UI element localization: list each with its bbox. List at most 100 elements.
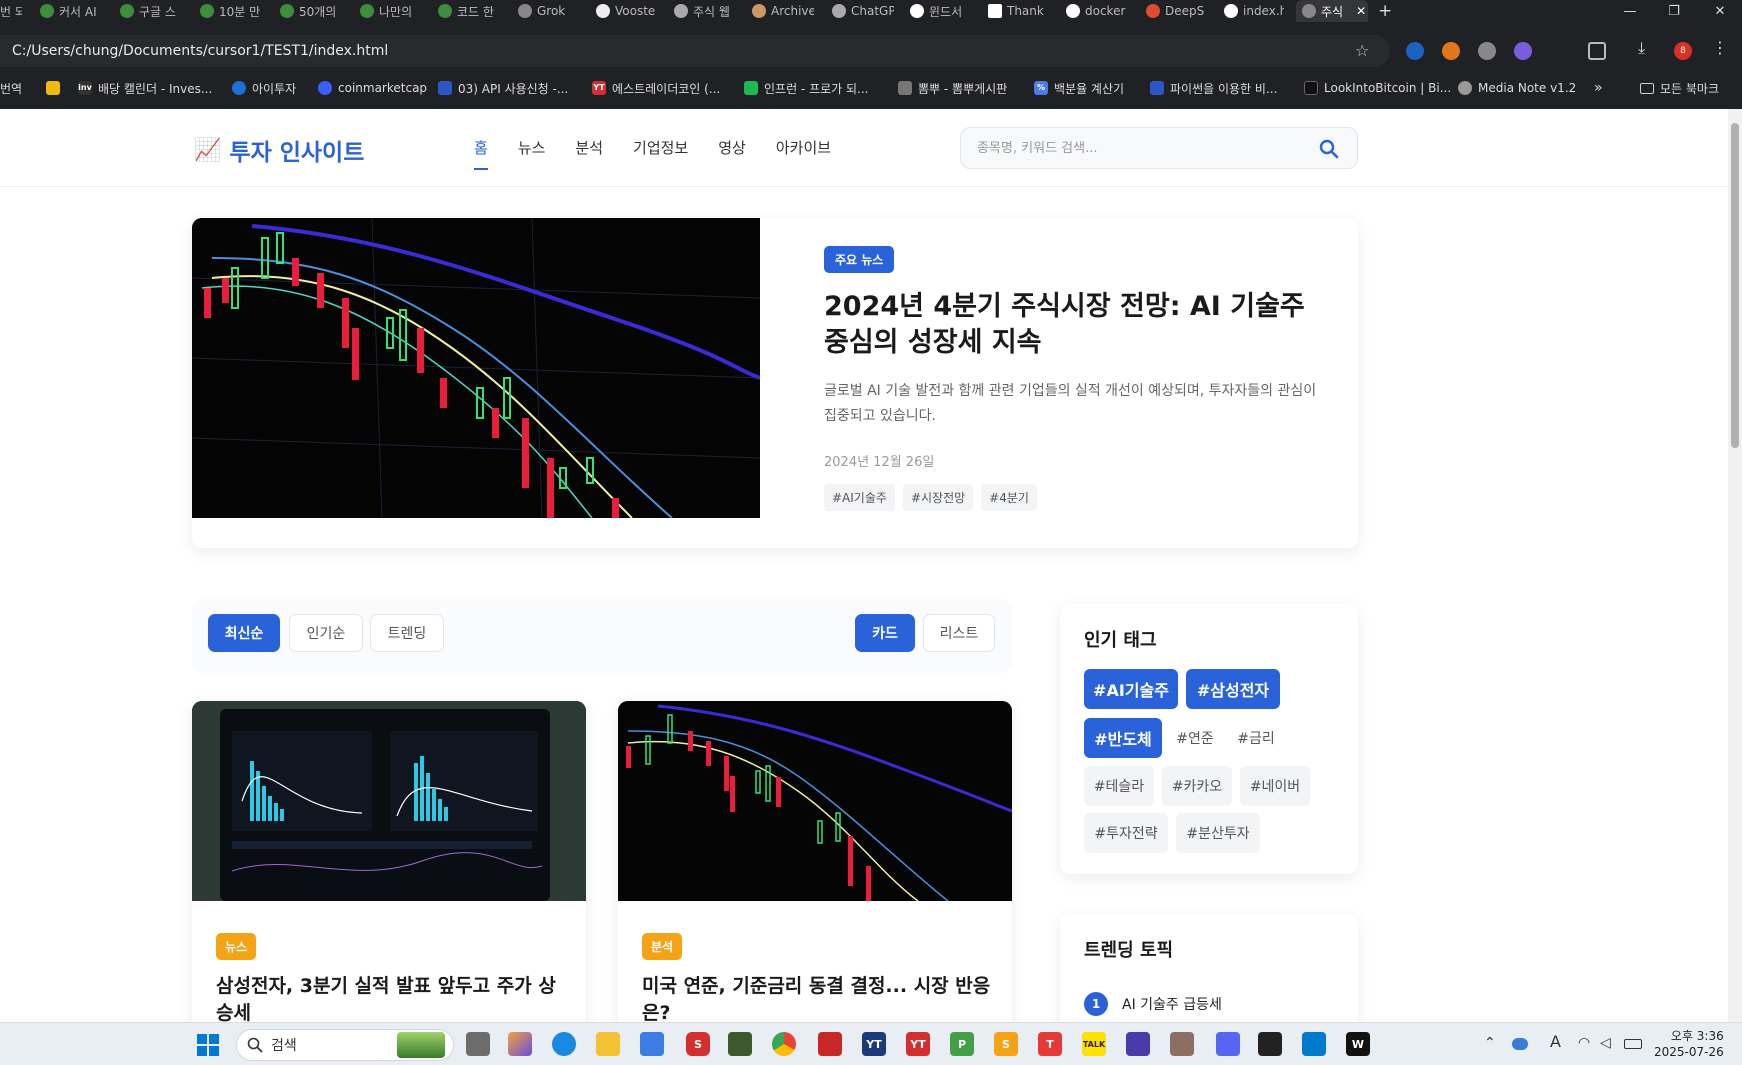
tag[interactable]: #AI기술주	[824, 484, 895, 511]
app-icon[interactable]	[1258, 1032, 1282, 1056]
nav-archive[interactable]: 아카이브	[776, 137, 831, 170]
article-title[interactable]: 미국 연준, 기준금리 동결 결정... 시장 반응은?	[642, 973, 992, 1022]
chrome-icon[interactable]	[772, 1032, 796, 1056]
sort-popular-button[interactable]: 인기순	[289, 614, 363, 652]
bookmark[interactable]: inv 배당 캘린더 - Inves...	[78, 77, 212, 99]
tab[interactable]: DeepS	[1146, 0, 1206, 22]
copilot-icon[interactable]	[508, 1032, 532, 1056]
trending-item[interactable]: 1 AI 기술주 급등세	[1084, 992, 1222, 1016]
tab[interactable]: docker	[1066, 0, 1126, 22]
app-icon[interactable]: YT	[862, 1032, 886, 1056]
file-explorer-icon[interactable]	[596, 1032, 620, 1056]
tab[interactable]: 구글 스	[120, 0, 180, 22]
article-card[interactable]: 분석 미국 연준, 기준금리 동결 결정... 시장 반응은?	[618, 701, 1012, 1022]
system-clock[interactable]: 오후 3:36 2025-07-26	[1654, 1028, 1724, 1060]
extension-icon[interactable]	[1406, 42, 1424, 60]
tab[interactable]: 윈드서	[910, 0, 970, 22]
bookmark[interactable]: 뽐뿌 - 뽐뿌게시판	[898, 77, 1007, 99]
app-icon[interactable]: S	[994, 1032, 1018, 1056]
profile-avatar[interactable]: 8	[1674, 42, 1692, 60]
article-title[interactable]: 삼성전자, 3분기 실적 발표 앞두고 주가 상승세	[216, 973, 566, 1022]
search-icon[interactable]	[1319, 139, 1339, 159]
address-bar[interactable]: C:/Users/chung/Documents/cursor1/TEST1/i…	[0, 35, 1390, 67]
bookmark[interactable]: % 백분율 계산기	[1034, 77, 1124, 99]
app-icon[interactable]: T	[1038, 1032, 1062, 1056]
app-icon[interactable]	[1170, 1032, 1194, 1056]
all-bookmarks[interactable]: 모든 북마크	[1640, 77, 1719, 99]
nav-news[interactable]: 뉴스	[518, 137, 546, 170]
nav-home[interactable]: 홈	[474, 137, 488, 170]
popular-tag[interactable]: #투자전략	[1084, 813, 1168, 853]
tab[interactable]: Grok	[518, 0, 578, 22]
popular-tag[interactable]: #반도체	[1084, 718, 1162, 758]
app-icon[interactable]: P	[950, 1032, 974, 1056]
tab[interactable]: Vooste	[596, 0, 656, 22]
taskbar-search[interactable]: 검색	[236, 1029, 454, 1061]
popular-tag[interactable]: #삼성전자	[1186, 669, 1280, 709]
tab[interactable]: ChatGP	[832, 0, 894, 22]
app-icon[interactable]	[728, 1032, 752, 1056]
tab[interactable]: 코드 한	[438, 0, 498, 22]
featured-title[interactable]: 2024년 4분기 주식시장 전망: AI 기술주 중심의 성장세 지속	[824, 289, 1329, 361]
bookmark[interactable]: YT 에스트레이더코인 (...	[592, 77, 720, 99]
battery-icon[interactable]	[1624, 1039, 1642, 1049]
sort-latest-button[interactable]: 최신순	[208, 614, 280, 652]
ime-indicator[interactable]: A	[1550, 1032, 1561, 1051]
popular-tag[interactable]: #금리	[1230, 718, 1282, 758]
volume-icon[interactable]: ◁	[1600, 1035, 1611, 1051]
sort-trending-button[interactable]: 트렌딩	[370, 614, 444, 652]
nav-analysis[interactable]: 분석	[575, 137, 603, 170]
app-icon[interactable]	[1126, 1032, 1150, 1056]
menu-kebab-icon[interactable]: ⋮	[1712, 38, 1730, 57]
restore-icon[interactable]: ❐	[1652, 0, 1696, 22]
tag[interactable]: #시장전망	[902, 484, 974, 511]
featured-article[interactable]: 주요 뉴스 2024년 4분기 주식시장 전망: AI 기술주 중심의 성장세 …	[192, 218, 1358, 548]
nav-company-info[interactable]: 기업정보	[633, 137, 688, 170]
store-icon[interactable]	[640, 1032, 664, 1056]
scrollbar-thumb[interactable]	[1731, 123, 1739, 448]
close-tab-icon[interactable]: ✕	[1356, 4, 1366, 18]
tab[interactable]: 50개의	[280, 0, 340, 22]
tab[interactable]: index.h	[1224, 0, 1284, 22]
article-card[interactable]: 뉴스 삼성전자, 3분기 실적 발표 앞두고 주가 상승세	[192, 701, 586, 1022]
chevron-up-icon[interactable]: ⌃	[1484, 1035, 1496, 1051]
search-input[interactable]	[977, 140, 1307, 156]
site-logo[interactable]: 📈 투자 인사이트	[194, 133, 364, 167]
bookmark[interactable]	[46, 77, 60, 99]
vscode-icon[interactable]	[1302, 1032, 1326, 1056]
tab[interactable]: 커서 AI	[40, 0, 100, 22]
popular-tag[interactable]: #AI기술주	[1084, 669, 1178, 709]
app-icon[interactable]	[818, 1032, 842, 1056]
tag[interactable]: #4분기	[981, 484, 1037, 511]
popular-tag[interactable]: #연준	[1168, 718, 1222, 758]
bookmark[interactable]: Media Note v1.2	[1458, 77, 1576, 99]
metamask-icon[interactable]	[1442, 42, 1460, 60]
windows-start-icon[interactable]	[197, 1034, 219, 1056]
download-icon[interactable]: ⤓	[1638, 38, 1656, 57]
tab[interactable]: 번 되	[0, 0, 22, 22]
minimize-icon[interactable]: —	[1608, 0, 1652, 22]
page-scrollbar[interactable]	[1728, 109, 1742, 1022]
bookmark[interactable]: LookIntoBitcoin | Bi...	[1304, 77, 1451, 99]
close-window-icon[interactable]: ✕	[1698, 0, 1742, 22]
bookmark[interactable]: 인프런 - 프로가 되...	[744, 77, 869, 99]
tab[interactable]: Thank	[988, 0, 1048, 22]
view-card-button[interactable]: 카드	[855, 614, 915, 652]
extensions-puzzle-icon[interactable]	[1588, 42, 1606, 60]
app-icon[interactable]: YT	[906, 1032, 930, 1056]
camera-icon[interactable]	[1478, 42, 1496, 60]
nav-video[interactable]: 영상	[718, 137, 746, 170]
discord-icon[interactable]	[1216, 1032, 1240, 1056]
new-tab-button[interactable]: +	[1378, 0, 1398, 22]
bookmark[interactable]: 03) API 사용신청 -...	[438, 77, 568, 99]
tab[interactable]: 나만의	[360, 0, 420, 22]
bookmark[interactable]: coinmarketcap	[318, 77, 427, 99]
tab[interactable]: 10분 만	[200, 0, 260, 22]
task-view-icon[interactable]	[466, 1032, 490, 1056]
bookmark-star-icon[interactable]: ☆	[1355, 41, 1369, 60]
wifi-icon[interactable]: ◠	[1578, 1035, 1590, 1051]
app-icon[interactable]: W	[1346, 1032, 1370, 1056]
onedrive-icon[interactable]	[1512, 1038, 1528, 1050]
bookmarks-overflow-button[interactable]: »	[1594, 77, 1603, 99]
popular-tag[interactable]: #카카오	[1162, 766, 1232, 806]
